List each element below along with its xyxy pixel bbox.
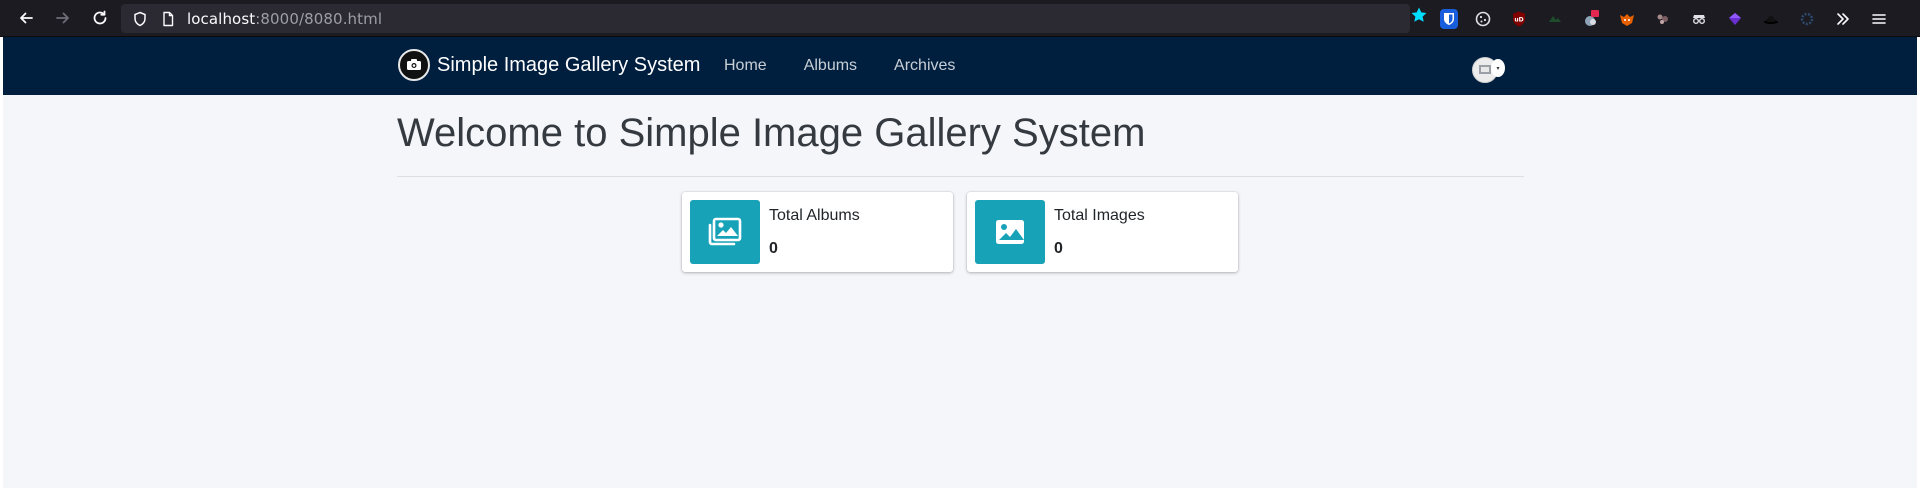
info-box-total-albums: Total Albums 0: [682, 192, 953, 272]
paw-extension-icon[interactable]: [1652, 8, 1674, 30]
forward-button[interactable]: [48, 3, 78, 33]
svg-text:uD: uD: [1514, 16, 1523, 23]
brand-name[interactable]: Simple Image Gallery System: [437, 54, 700, 77]
info-box-label: Total Albums: [769, 207, 860, 224]
reload-icon: [93, 10, 107, 25]
image-icon: [975, 200, 1045, 264]
purple-extension-icon[interactable]: [1724, 8, 1746, 30]
browser-toolbar: localhost:8000/8080.html uD: [0, 0, 1920, 37]
green-extension-icon[interactable]: [1544, 8, 1566, 30]
bitwarden-icon[interactable]: [1440, 8, 1458, 29]
user-dropdown-caret-icon[interactable]: ▾: [1491, 59, 1505, 77]
page-viewport: Simple Image Gallery System Home Albums …: [3, 37, 1917, 488]
main-menu: Home Albums Archives: [724, 57, 992, 75]
back-button[interactable]: [11, 3, 41, 33]
info-box-label: Total Images: [1054, 207, 1145, 224]
url-host: localhost: [187, 9, 256, 28]
nav-link-home[interactable]: Home: [724, 57, 767, 75]
nav-link-albums[interactable]: Albums: [804, 57, 857, 75]
page-icon[interactable]: [159, 10, 177, 28]
spy-extension-icon[interactable]: [1688, 8, 1710, 30]
info-box-number: 0: [769, 240, 778, 257]
camera-logo-icon[interactable]: [398, 49, 430, 81]
back-arrow-icon: [20, 12, 33, 24]
cookie-icon[interactable]: [1472, 8, 1494, 30]
reload-button[interactable]: [85, 3, 115, 33]
hamburger-menu-icon[interactable]: [1868, 8, 1890, 30]
extensions-toolbar: uD: [1440, 0, 1904, 37]
images-icon: [690, 200, 760, 264]
address-bar[interactable]: localhost:8000/8080.html: [121, 4, 1410, 33]
title-divider: [397, 176, 1524, 177]
fox-extension-icon[interactable]: [1616, 8, 1638, 30]
nav-link-archives[interactable]: Archives: [894, 57, 955, 75]
shield-icon[interactable]: [131, 10, 149, 28]
info-box-number: 0: [1054, 240, 1063, 257]
forward-arrow-icon: [56, 12, 69, 24]
page-title: Welcome to Simple Image Gallery System: [397, 111, 1146, 155]
bookmark-star-icon[interactable]: [1410, 6, 1428, 24]
url-text: localhost:8000/8080.html: [187, 10, 382, 28]
info-box-total-images: Total Images 0: [967, 192, 1238, 272]
gear-extension-icon[interactable]: [1796, 8, 1818, 30]
ublock-icon[interactable]: uD: [1508, 8, 1530, 30]
hat-extension-icon[interactable]: [1760, 8, 1782, 30]
notification-extension-icon[interactable]: [1580, 8, 1602, 30]
top-navbar: Simple Image Gallery System Home Albums …: [3, 37, 1917, 95]
url-path: :8000/8080.html: [255, 9, 383, 28]
overflow-chevron-icon[interactable]: [1832, 8, 1854, 30]
